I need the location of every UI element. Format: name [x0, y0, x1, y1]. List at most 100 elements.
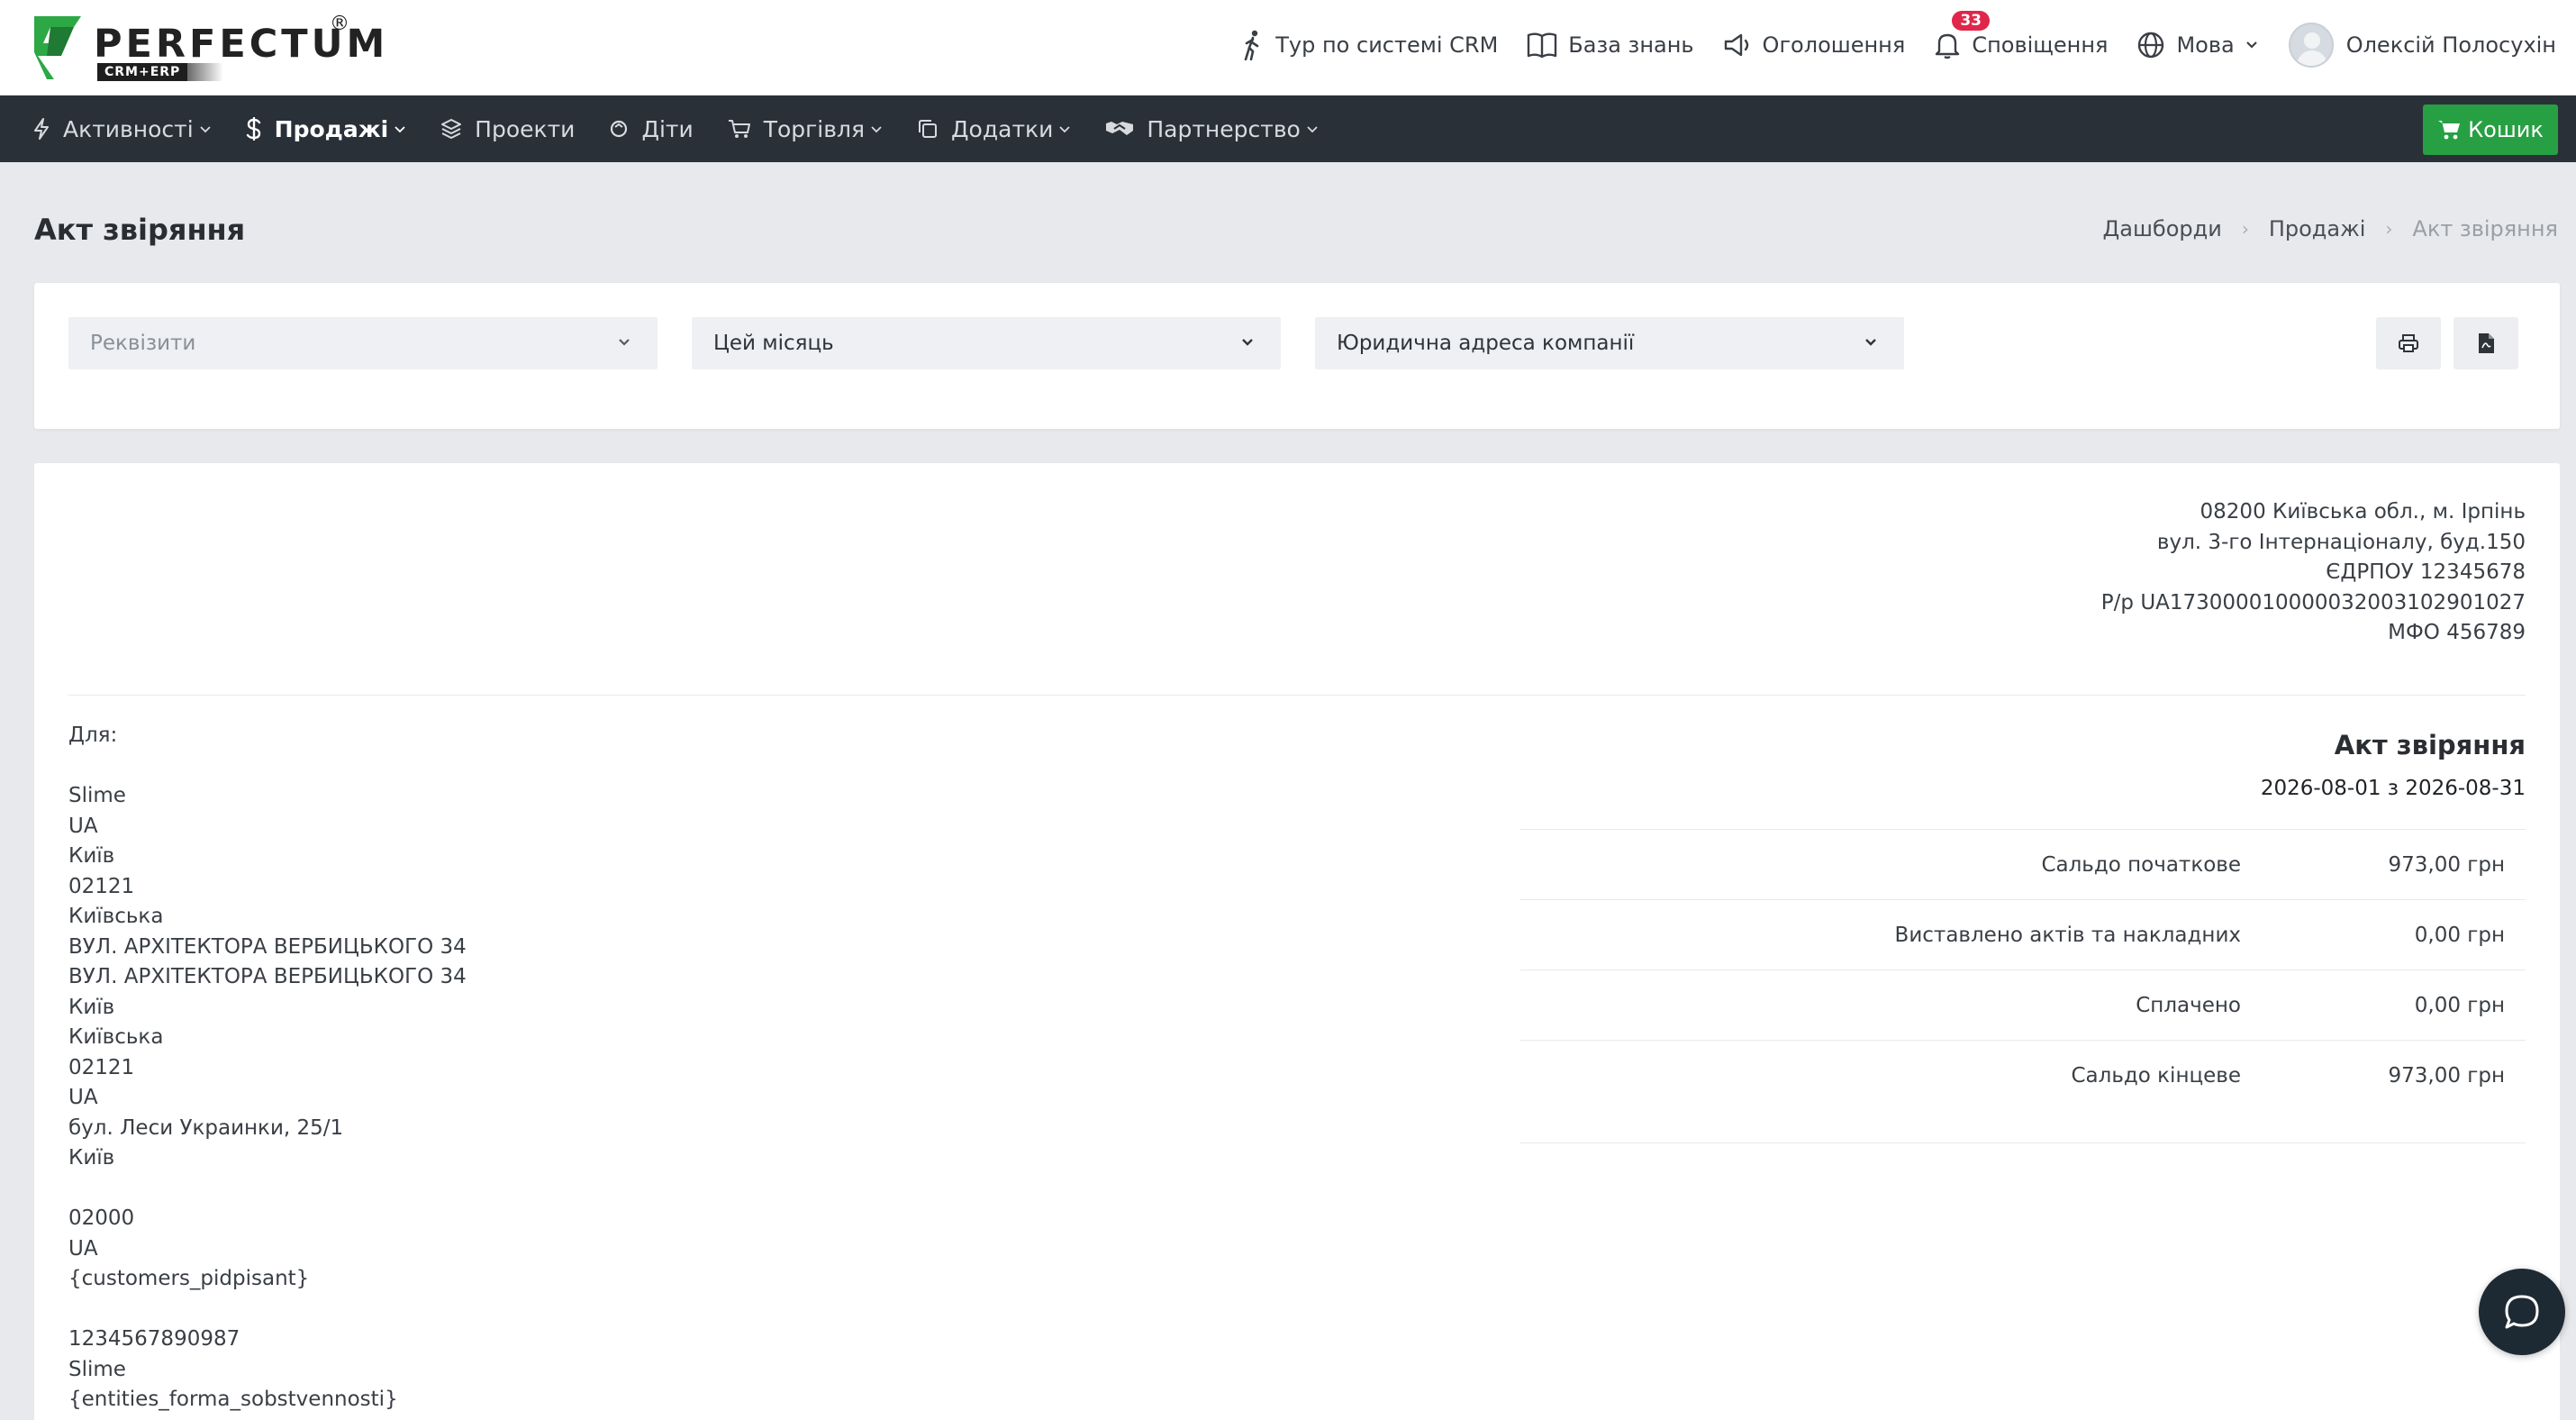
handshake-icon [1106, 122, 1134, 135]
dollar-icon [246, 117, 260, 141]
nav-item-addons-label: Додатки [951, 115, 1054, 142]
logo-tagline: CRM+ERP [97, 63, 188, 81]
printer-icon [2399, 334, 2418, 352]
client-line: {customers_pidpisant} [68, 1267, 310, 1290]
chevron-down-icon [619, 339, 630, 346]
nav-item-partnership[interactable]: Партнерство [1105, 116, 1318, 142]
language-selector[interactable]: Мова [2136, 31, 2259, 59]
table-row: Виставлено актів та накладних 0,00 грн [1520, 899, 2526, 969]
client-line: 02121 [68, 874, 135, 898]
breadcrumb-sales[interactable]: Продажі [2269, 216, 2366, 241]
globe-icon [2138, 32, 2164, 59]
nav-item-activities[interactable]: Активності [32, 116, 212, 142]
announcements-label: Оголошення [1762, 32, 1906, 58]
client-line: Київ [68, 844, 115, 868]
circle-icon [611, 120, 628, 138]
chevron-down-icon [871, 126, 882, 133]
user-name: Олексій Полосухін [2345, 32, 2556, 58]
client-details: Для: Slime UA Київ 02121 Київська ВУЛ. А… [68, 721, 467, 1415]
print-button[interactable] [2376, 317, 2441, 369]
summary-label: Сальдо початкове [2041, 852, 2241, 877]
layers-icon [441, 119, 462, 139]
company-details: 08200 Київська обл., м. Ірпінь вул. 3-го… [2101, 497, 2526, 649]
act-period: 2026-08-01 з 2026-08-31 [2260, 777, 2526, 800]
nav-item-activities-label: Активності [63, 115, 194, 142]
book-open-icon [1528, 32, 1557, 59]
nav-item-children[interactable]: Діти [609, 116, 694, 142]
nav-item-projects-label: Проекти [475, 115, 576, 142]
company-line: 08200 Київська обл., м. Ірпінь [2200, 500, 2526, 523]
address-select[interactable]: Юридична адреса компанії [1315, 317, 1904, 369]
breadcrumb-dashboards[interactable]: Дашборди [2103, 216, 2222, 241]
nav-item-addons[interactable]: Додатки [917, 116, 1071, 142]
crm-tour-label: Тур по системі CRM [1275, 32, 1499, 58]
perfectum-logo[interactable]: PERFECTUM ® CRM+ERP [34, 13, 385, 83]
client-line: Slime [68, 1357, 126, 1381]
period-select[interactable]: Цей місяць [692, 317, 1281, 369]
summary-value: 973,00 грн [2388, 1063, 2505, 1088]
notifications-link[interactable]: 33 Сповіщення [1934, 11, 2109, 59]
avatar-head-shape [2303, 32, 2320, 49]
top-navigation: Тур по системі CRM База знань Оголошення… [1212, 0, 2556, 90]
chevron-down-icon [1242, 339, 1253, 346]
shopping-cart-icon [2438, 121, 2461, 140]
summary-value: 0,00 грн [2414, 993, 2505, 1017]
summary-value: 0,00 грн [2414, 923, 2505, 947]
chevron-down-icon [395, 126, 405, 133]
section-divider [68, 695, 2526, 696]
file-pdf-icon [2479, 333, 2494, 353]
language-label: Мова [2176, 32, 2235, 58]
summary-label: Сплачено [2136, 993, 2241, 1017]
for-label: Для: [68, 724, 118, 747]
nav-item-projects[interactable]: Проекти [440, 116, 575, 142]
nav-item-sales-label: Продажі [274, 115, 389, 142]
period-select-value: Цей місяць [713, 332, 834, 355]
company-line: вул. 3-го Інтернаціоналу, буд.150 [2156, 530, 2526, 554]
knowledge-base-link[interactable]: База знань [1527, 32, 1694, 59]
client-line: 1234567890987 [68, 1327, 240, 1351]
megaphone-icon [1724, 33, 1748, 57]
table-row: Сальдо початкове 973,00 грн [1520, 829, 2526, 899]
nav-item-sales[interactable]: Продажі [246, 116, 407, 142]
top-header: PERFECTUM ® CRM+ERP Тур по системі CRM Б… [0, 0, 2576, 96]
copy-icon [919, 120, 938, 138]
client-line: Slime [68, 784, 126, 807]
act-title: Акт звіряння [2334, 730, 2526, 760]
cart-icon [728, 120, 750, 138]
balance-summary-table: Сальдо початкове 973,00 грн Виставлено а… [1520, 829, 2526, 1143]
notifications-count-badge: 33 [1952, 11, 1990, 31]
walking-person-icon [1244, 30, 1259, 60]
notifications-label: Сповіщення [1972, 32, 2109, 58]
address-select-value: Юридична адреса компанії [1337, 332, 1635, 355]
bolt-icon [34, 118, 49, 140]
client-line: UA [68, 1236, 98, 1261]
announcements-link[interactable]: Оголошення [1723, 32, 1906, 59]
client-line: UA [68, 814, 98, 838]
requisites-select[interactable]: Реквізити [68, 317, 658, 369]
crm-tour-link[interactable]: Тур по системі CRM [1241, 30, 1498, 60]
export-pdf-button[interactable] [2454, 317, 2518, 369]
nav-item-trade-label: Торгівля [763, 115, 866, 142]
client-line: бул. Леси Украинки, 25/1 [68, 1115, 344, 1140]
cart-button[interactable]: Кошик [2423, 105, 2558, 155]
breadcrumb: Дашборди › Продажі › Акт звіряння [2103, 216, 2558, 241]
breadcrumb-separator-icon: › [2241, 218, 2249, 240]
client-line: {entities_forma_sobstvennosti} [68, 1388, 398, 1411]
chat-bubble-icon [2505, 1295, 2539, 1329]
client-line: 02000 [68, 1206, 135, 1230]
chevron-down-icon [200, 126, 211, 133]
avatar [2288, 23, 2334, 68]
summary-value: 973,00 грн [2388, 852, 2505, 877]
nav-item-trade[interactable]: Торгівля [728, 116, 883, 142]
client-line: Київська [68, 905, 164, 928]
client-line: 02121 [68, 1055, 135, 1079]
user-menu[interactable]: Олексій Полосухін [2288, 23, 2556, 68]
chevron-down-icon [1865, 339, 1876, 346]
company-line: ЄДРПОУ 12345678 [2326, 560, 2526, 584]
client-line: UA [68, 1086, 98, 1109]
avatar-body-shape [2296, 50, 2327, 66]
client-line: Київ [68, 1146, 115, 1170]
chat-widget-button[interactable] [2479, 1269, 2565, 1355]
